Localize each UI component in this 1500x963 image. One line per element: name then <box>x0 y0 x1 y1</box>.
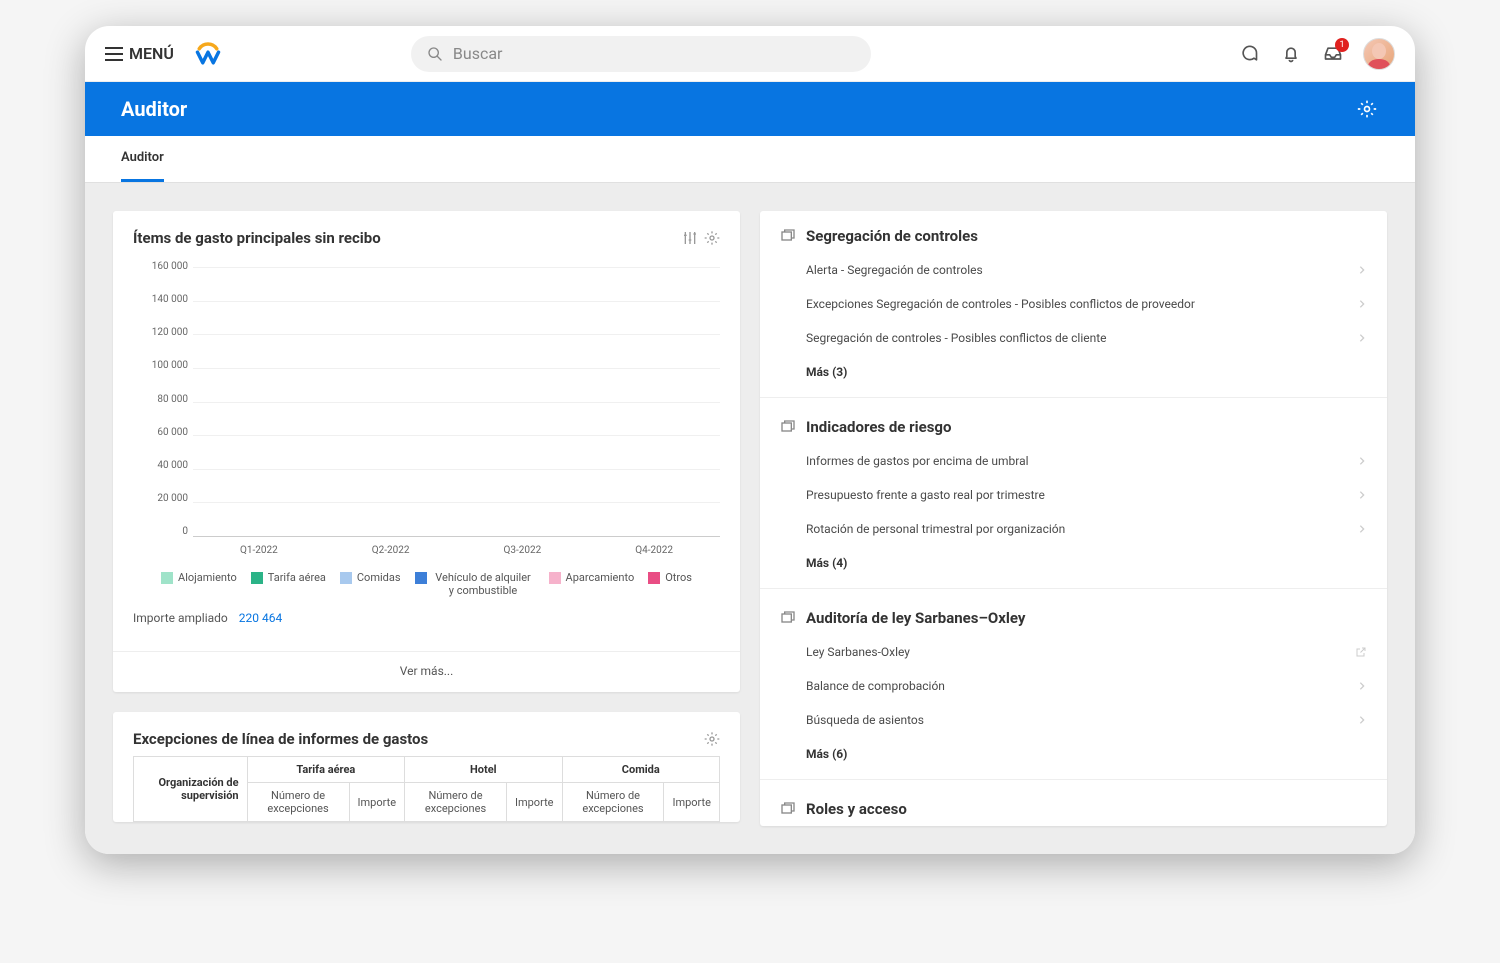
sliders-icon[interactable] <box>682 230 698 246</box>
chevron-right-icon <box>1357 333 1367 343</box>
page-title: Auditor <box>121 97 187 121</box>
tab-bar: Auditor <box>85 136 1415 183</box>
legend-item[interactable]: Vehículo de alquiler y combustible <box>415 571 535 597</box>
chevron-right-icon <box>1357 524 1367 534</box>
section-more[interactable]: Más (4) <box>806 546 1367 584</box>
chevron-right-icon <box>1357 265 1367 275</box>
menu-button[interactable]: MENÚ <box>105 44 174 63</box>
inbox-badge: 1 <box>1335 38 1349 52</box>
th-group-1: Hotel <box>405 757 562 783</box>
section-more[interactable]: Más (6) <box>806 737 1367 775</box>
legend-item[interactable]: Otros <box>648 571 692 597</box>
app-window: MENÚ Buscar 1 Auditor Auditor <box>85 26 1415 854</box>
section-more[interactable]: Más (3) <box>806 355 1367 393</box>
links-card: Segregación de controlesAlerta - Segrega… <box>760 211 1387 826</box>
external-icon <box>1355 646 1367 658</box>
section: Auditoría de ley Sarbanes–OxleyLey Sarba… <box>760 593 1387 775</box>
link-row[interactable]: Alerta - Segregación de controles <box>806 253 1367 287</box>
exceptions-title: Excepciones de línea de informes de gast… <box>133 730 428 748</box>
gear-icon[interactable] <box>704 230 720 246</box>
chevron-right-icon <box>1357 299 1367 309</box>
chart-card: Ítems de gasto principales sin recibo 16… <box>113 211 740 692</box>
section: Indicadores de riesgoInformes de gastos … <box>760 402 1387 584</box>
th-group-2: Comida <box>562 757 719 783</box>
chevron-right-icon <box>1357 490 1367 500</box>
right-column: Segregación de controlesAlerta - Segrega… <box>760 211 1387 826</box>
top-bar: MENÚ Buscar 1 <box>85 26 1415 82</box>
link-row[interactable]: Búsqueda de asientos <box>806 703 1367 737</box>
section-header: Roles y acceso <box>780 800 1367 826</box>
legend-item[interactable]: Comidas <box>340 571 401 597</box>
link-row[interactable]: Balance de comprobación <box>806 669 1367 703</box>
header-settings-icon[interactable] <box>1355 97 1379 121</box>
search-box[interactable]: Buscar <box>411 36 871 72</box>
link-row[interactable]: Ley Sarbanes-Oxley <box>806 635 1367 669</box>
avatar[interactable] <box>1363 38 1395 70</box>
content-area: Ítems de gasto principales sin recibo 16… <box>85 183 1415 854</box>
section-icon <box>780 610 796 626</box>
section-icon <box>780 801 796 817</box>
section-header: Indicadores de riesgo <box>780 418 1367 444</box>
link-row[interactable]: Rotación de personal trimestral por orga… <box>806 512 1367 546</box>
chevron-right-icon <box>1357 715 1367 725</box>
topbar-actions: 1 <box>1237 38 1395 70</box>
bell-icon[interactable] <box>1279 42 1303 66</box>
chat-icon[interactable] <box>1237 42 1261 66</box>
section-icon <box>780 419 796 435</box>
gear-icon[interactable] <box>704 731 720 747</box>
exceptions-card: Excepciones de línea de informes de gast… <box>113 712 740 822</box>
legend-item[interactable]: Tarifa aérea <box>251 571 326 597</box>
legend-item[interactable]: Aparcamiento <box>549 571 635 597</box>
search-icon <box>427 46 443 62</box>
inbox-icon[interactable]: 1 <box>1321 42 1345 66</box>
section-icon <box>780 228 796 244</box>
page-header: Auditor <box>85 82 1415 136</box>
link-row[interactable]: Informes de gastos por encima de umbral <box>806 444 1367 478</box>
chevron-right-icon <box>1357 456 1367 466</box>
left-column: Ítems de gasto principales sin recibo 16… <box>113 211 740 826</box>
chart-footnote: Importe ampliado 220 464 <box>133 607 720 633</box>
exceptions-table: Organización de supervisión Tarifa aérea… <box>133 756 720 822</box>
menu-label: MENÚ <box>129 44 174 63</box>
chevron-right-icon <box>1357 681 1367 691</box>
chart-more-link[interactable]: Ver más... <box>113 651 740 692</box>
chart-legend: Alojamiento Tarifa aérea Comidas Vehículo d… <box>133 561 720 607</box>
search-placeholder: Buscar <box>453 44 503 63</box>
chart-title: Ítems de gasto principales sin recibo <box>133 229 381 247</box>
th-group-0: Tarifa aérea <box>247 757 404 783</box>
hamburger-icon <box>105 47 123 61</box>
legend-item[interactable]: Alojamiento <box>161 571 237 597</box>
section: Roles y acceso <box>760 784 1387 826</box>
chart-plot: 160 000140 000120 000100 00080 00060 000… <box>193 261 720 561</box>
section-header: Auditoría de ley Sarbanes–Oxley <box>780 609 1367 635</box>
section: Segregación de controlesAlerta - Segrega… <box>760 211 1387 393</box>
link-row[interactable]: Presupuesto frente a gasto real por trim… <box>806 478 1367 512</box>
link-row[interactable]: Segregación de controles - Posibles conf… <box>806 321 1367 355</box>
app-logo[interactable] <box>194 40 222 68</box>
tab-auditor[interactable]: Auditor <box>121 136 164 182</box>
th-org: Organización de supervisión <box>134 757 248 822</box>
section-header: Segregación de controles <box>780 227 1367 253</box>
link-row[interactable]: Excepciones Segregación de controles - P… <box>806 287 1367 321</box>
